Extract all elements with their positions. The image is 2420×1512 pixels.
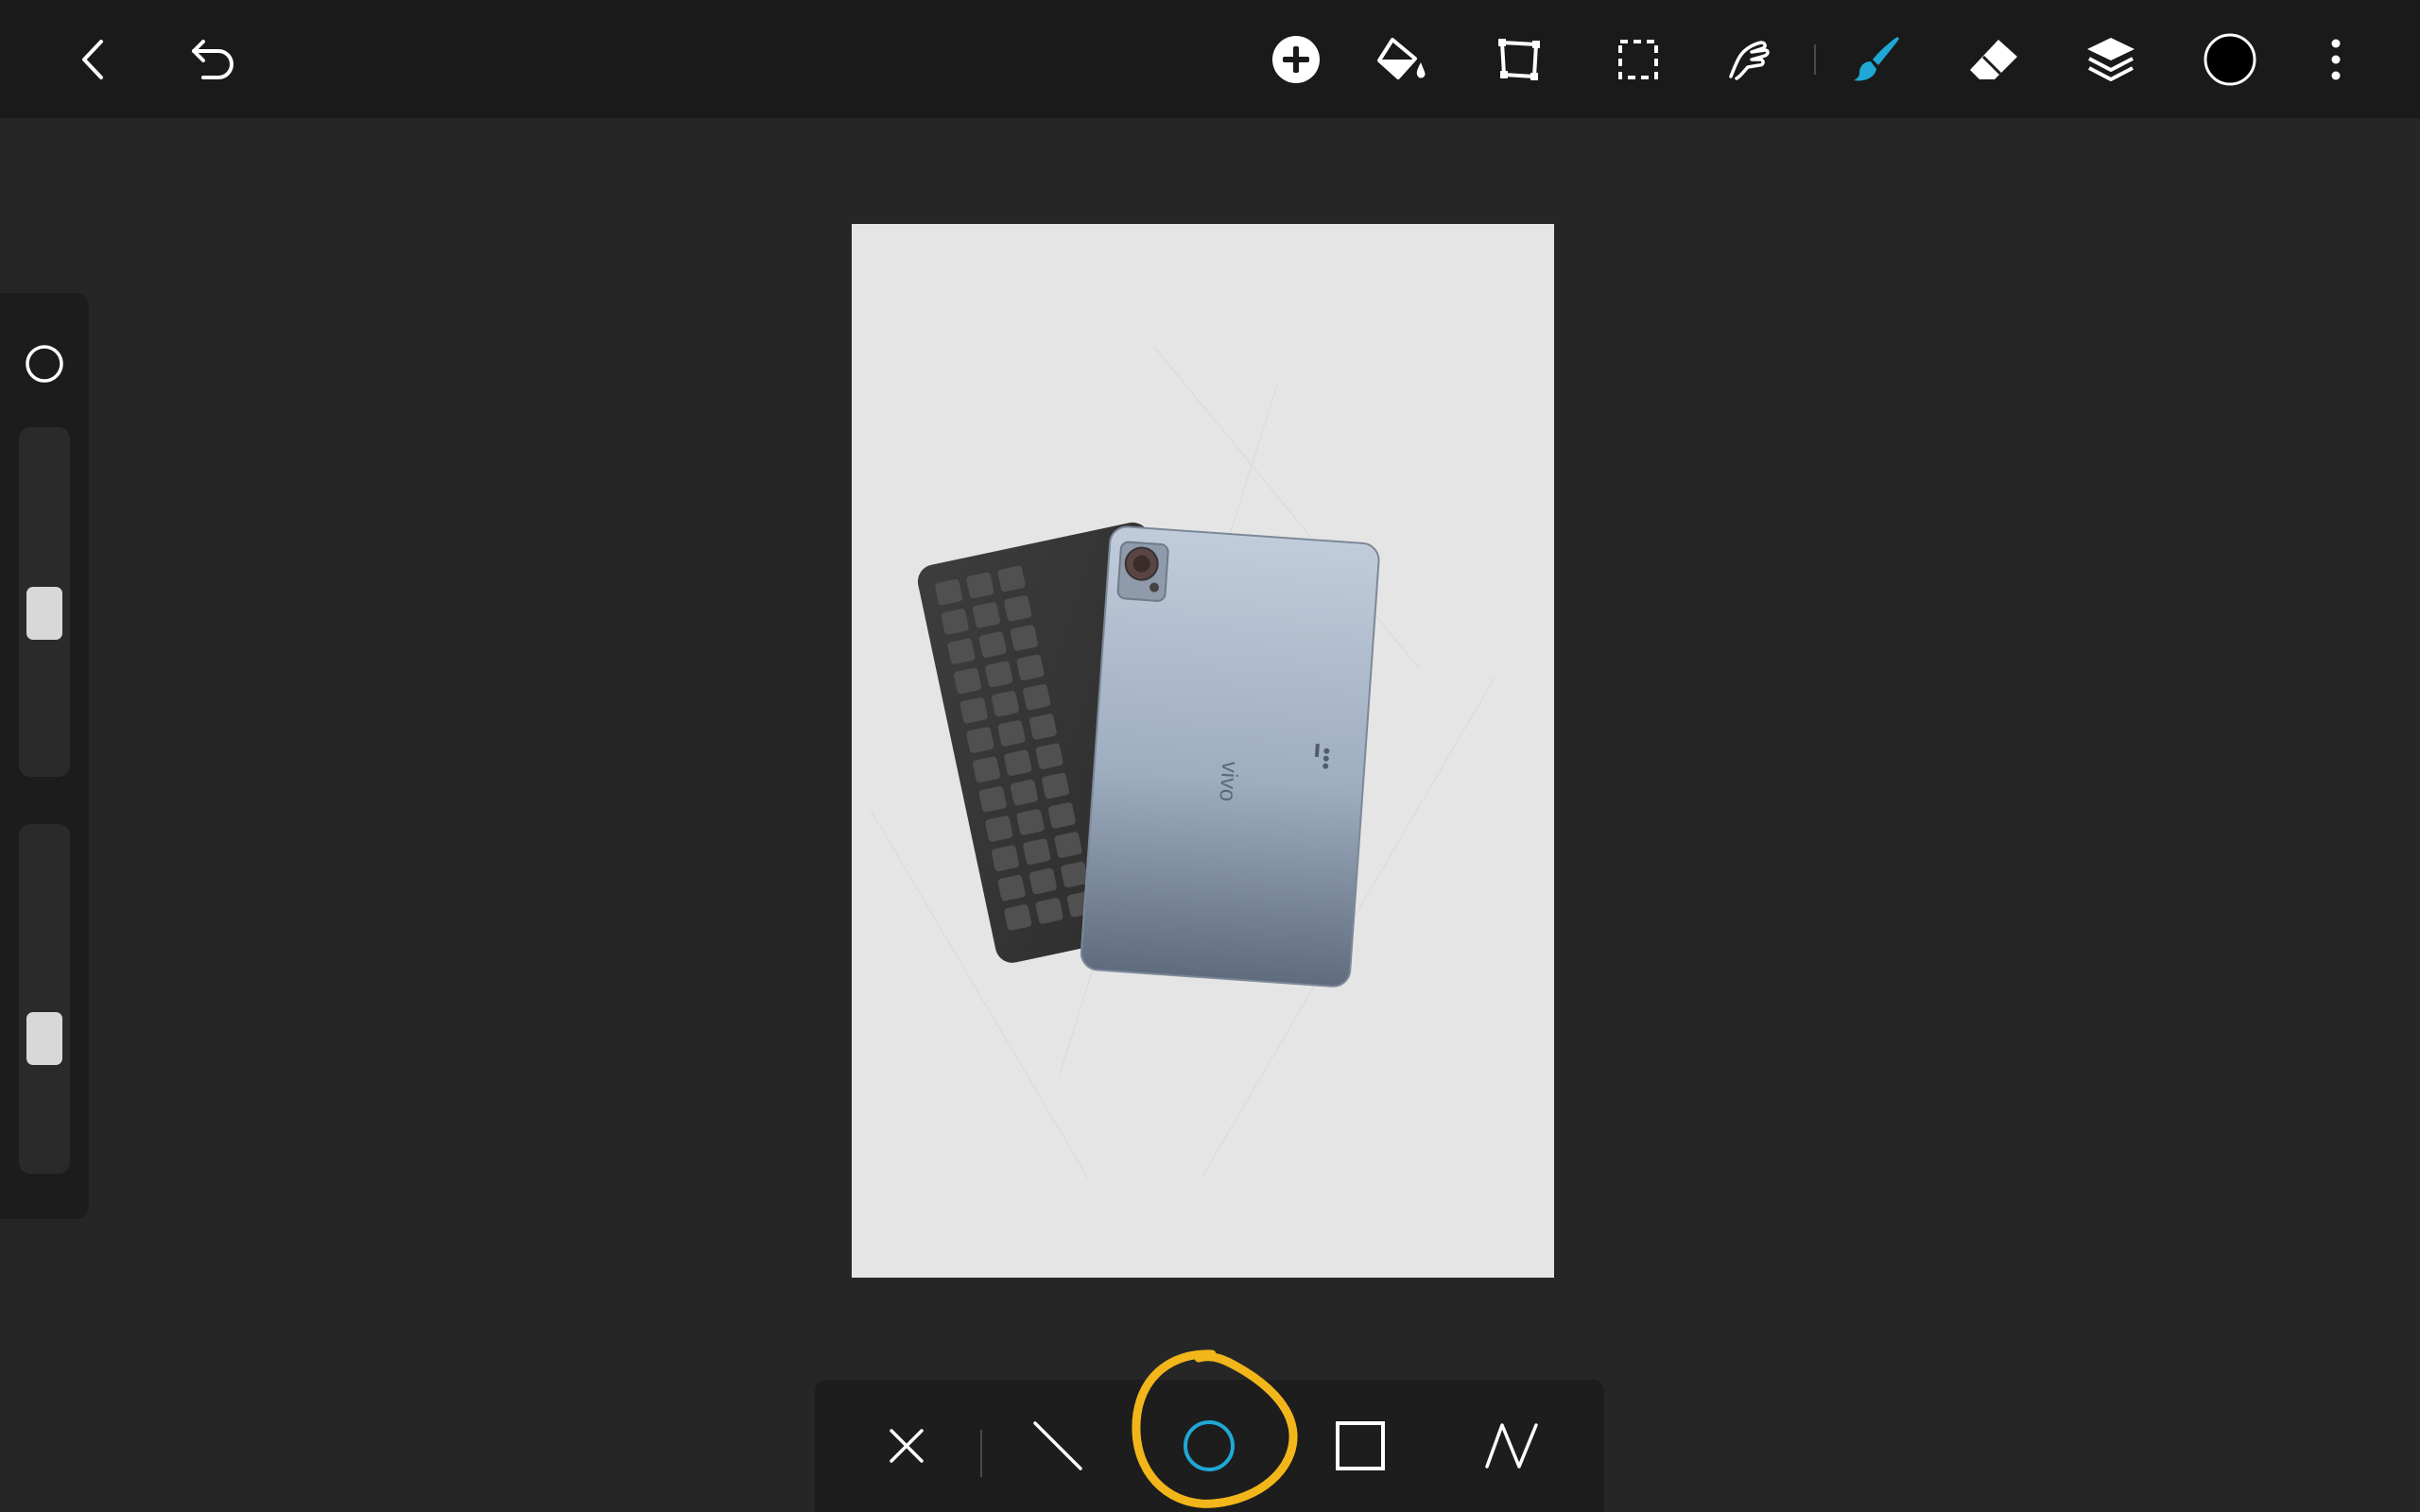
- fill-tool-button[interactable]: [1363, 21, 1441, 98]
- undo-button[interactable]: [172, 21, 250, 98]
- close-shape-button[interactable]: [864, 1403, 949, 1488]
- drawing-canvas[interactable]: vivo: [852, 224, 1554, 1278]
- brush-icon: [1854, 37, 1899, 81]
- close-icon: [890, 1429, 924, 1463]
- add-circle-icon: [1272, 36, 1320, 83]
- selection-icon: [1618, 40, 1658, 79]
- more-vertical-icon: [2331, 39, 2341, 80]
- rectangle-shape-button[interactable]: [1318, 1403, 1403, 1488]
- transform-tool-button[interactable]: [1480, 21, 1558, 98]
- transform-icon: [1498, 39, 1540, 80]
- shape-toolbar-divider: [980, 1430, 982, 1477]
- brush-shape-button[interactable]: [21, 340, 68, 387]
- polyline-icon: [1485, 1423, 1538, 1469]
- layers-icon: [2087, 38, 2135, 81]
- brush-size-slider-thumb[interactable]: [26, 586, 62, 640]
- undo-icon: [192, 40, 233, 79]
- toolbar-divider: [1814, 44, 1816, 75]
- chevron-left-icon: [82, 40, 103, 79]
- color-picker-button[interactable]: [2191, 21, 2269, 98]
- top-toolbar: [0, 0, 2420, 118]
- brush-size-slider[interactable]: [19, 427, 70, 777]
- drawing-app: vivo: [0, 0, 2420, 1512]
- layers-button[interactable]: [2072, 21, 2150, 98]
- brush-settings-panel: [0, 293, 89, 1219]
- circle-outline-icon: [26, 345, 63, 383]
- back-button[interactable]: [55, 21, 132, 98]
- tablet-brand-text: vivo: [1214, 761, 1242, 802]
- more-options-button[interactable]: [2297, 21, 2375, 98]
- circle-icon: [1184, 1420, 1235, 1471]
- circle-shape-button[interactable]: [1167, 1403, 1252, 1488]
- smudge-icon: [1729, 41, 1770, 80]
- rectangle-icon: [1336, 1421, 1385, 1470]
- paint-bucket-icon: [1377, 38, 1426, 79]
- brush-tool-button[interactable]: [1838, 21, 1915, 98]
- selection-tool-button[interactable]: [1599, 21, 1677, 98]
- tablet-image: vivo: [1080, 525, 1380, 988]
- add-button[interactable]: [1257, 21, 1335, 98]
- brush-opacity-slider[interactable]: [19, 824, 70, 1174]
- shape-toolbar: [815, 1380, 1604, 1512]
- canvas-artwork: vivo: [870, 346, 1495, 1179]
- eraser-tool-button[interactable]: [1955, 21, 2032, 98]
- eraser-icon: [1970, 40, 2017, 79]
- smudge-tool-button[interactable]: [1709, 21, 1787, 98]
- line-icon: [1033, 1421, 1082, 1470]
- line-shape-button[interactable]: [1015, 1403, 1100, 1488]
- polyline-shape-button[interactable]: [1469, 1403, 1554, 1488]
- color-swatch-icon: [2204, 33, 2256, 86]
- brush-opacity-slider-thumb[interactable]: [26, 1011, 62, 1065]
